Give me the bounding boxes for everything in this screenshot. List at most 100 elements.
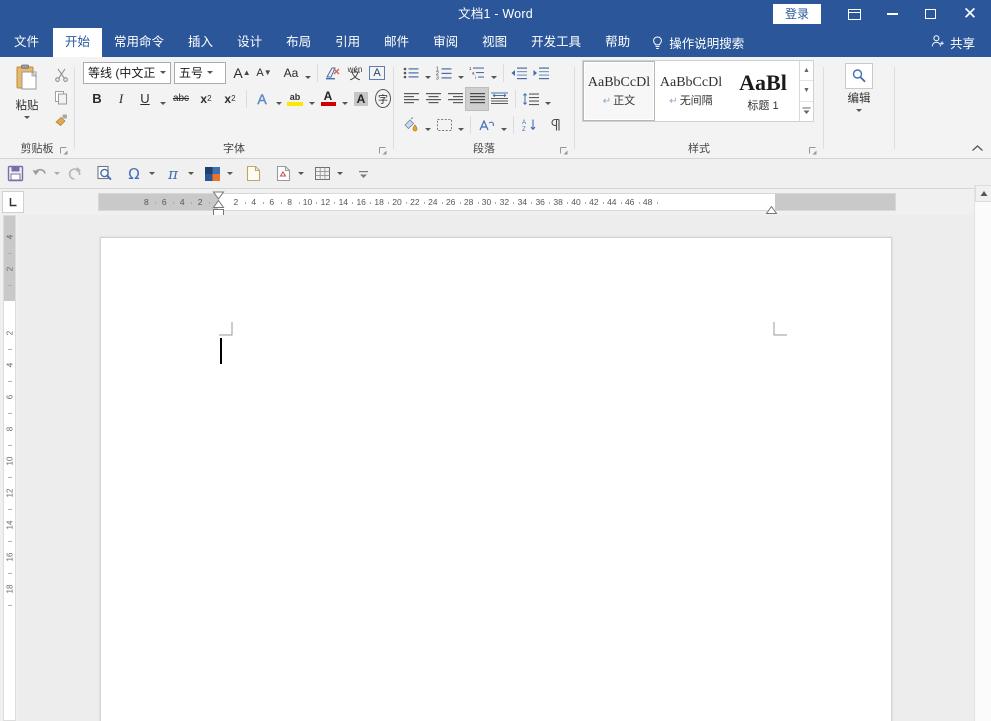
paste-dropdown-caret[interactable] bbox=[24, 116, 30, 119]
paste-button[interactable]: 粘贴 bbox=[5, 62, 49, 119]
print-preview-icon[interactable] bbox=[92, 162, 116, 186]
font-color-caret[interactable] bbox=[339, 88, 350, 110]
change-case-button[interactable]: Aa bbox=[280, 62, 302, 84]
tab-help[interactable]: 帮助 bbox=[593, 28, 642, 57]
tab-layout[interactable]: 布局 bbox=[274, 28, 323, 57]
underline-button[interactable]: U bbox=[133, 88, 157, 110]
shading-caret[interactable] bbox=[422, 114, 433, 136]
asian-layout-button[interactable] bbox=[475, 114, 498, 136]
redo-icon[interactable] bbox=[62, 162, 86, 186]
vertical-scrollbar[interactable] bbox=[974, 185, 991, 721]
tab-design[interactable]: 设计 bbox=[225, 28, 274, 57]
share-button[interactable]: 共享 bbox=[921, 28, 991, 57]
tab-review[interactable]: 审阅 bbox=[421, 28, 470, 57]
bold-button[interactable]: B bbox=[85, 88, 109, 110]
more-icon[interactable] bbox=[351, 162, 375, 186]
paragraph-dialog-launcher[interactable] bbox=[559, 146, 570, 157]
editing-button[interactable]: 编辑 bbox=[836, 63, 882, 112]
maximize-button[interactable] bbox=[911, 0, 949, 28]
align-right-button[interactable] bbox=[444, 88, 466, 110]
borders-button[interactable] bbox=[433, 114, 455, 136]
equation-caret[interactable] bbox=[185, 162, 196, 186]
tab-developer[interactable]: 开发工具 bbox=[519, 28, 593, 57]
tab-home[interactable]: 开始 bbox=[53, 28, 103, 57]
tab-file[interactable]: 文件 bbox=[0, 28, 53, 57]
tab-references[interactable]: 引用 bbox=[323, 28, 372, 57]
omega-icon[interactable]: Ω bbox=[122, 162, 146, 186]
styles-more-button[interactable] bbox=[800, 102, 813, 121]
document-page[interactable] bbox=[100, 237, 892, 721]
styles-dialog-launcher[interactable] bbox=[808, 146, 819, 157]
save-icon[interactable] bbox=[3, 162, 27, 186]
asian-layout-caret[interactable] bbox=[498, 114, 509, 136]
page-setup-caret[interactable] bbox=[295, 162, 306, 186]
character-shading-button[interactable]: A bbox=[350, 88, 372, 110]
line-spacing-button[interactable] bbox=[520, 88, 542, 110]
grow-font-button[interactable]: A ▲ bbox=[231, 62, 253, 84]
decrease-indent-button[interactable] bbox=[508, 62, 530, 84]
superscript-button[interactable]: x2 bbox=[218, 88, 242, 110]
tab-view[interactable]: 视图 bbox=[470, 28, 519, 57]
bullets-caret[interactable] bbox=[422, 62, 433, 84]
increase-indent-button[interactable] bbox=[530, 62, 552, 84]
editing-dropdown-caret[interactable] bbox=[856, 109, 862, 112]
text-highlight-button[interactable]: ab bbox=[284, 88, 306, 110]
new-doc-icon[interactable] bbox=[241, 162, 265, 186]
tab-stop-selector[interactable] bbox=[2, 191, 24, 213]
style-item-normal[interactable]: AaBbCcDl ↵ 正文 bbox=[583, 61, 655, 121]
font-name-caret[interactable] bbox=[156, 63, 170, 83]
undo-icon[interactable] bbox=[27, 162, 51, 186]
shading-button[interactable] bbox=[400, 114, 422, 136]
tell-me-search[interactable]: 操作说明搜索 bbox=[642, 28, 754, 57]
styles-scroll-up-button[interactable]: ▲ bbox=[800, 61, 813, 82]
italic-button[interactable]: I bbox=[109, 88, 133, 110]
line-spacing-caret[interactable] bbox=[542, 88, 553, 110]
copy-button[interactable] bbox=[50, 87, 72, 108]
sign-in-button[interactable]: 登录 bbox=[772, 4, 821, 24]
vertical-ruler[interactable]: 4 2 2 4 6 8 10 12 14 16 18 bbox=[0, 215, 18, 721]
sort-button[interactable]: AZ bbox=[518, 114, 540, 136]
font-color-button[interactable]: A bbox=[317, 88, 339, 110]
multilevel-list-button[interactable]: 1ai bbox=[466, 62, 488, 84]
font-size-combobox[interactable]: 五号 bbox=[174, 61, 226, 84]
color-square-icon[interactable] bbox=[200, 162, 224, 186]
undo-caret[interactable] bbox=[51, 162, 62, 186]
tab-mailings[interactable]: 邮件 bbox=[372, 28, 421, 57]
font-name-combobox[interactable]: 等线 (中文正文 bbox=[83, 61, 171, 84]
enclose-characters-button[interactable]: 字 bbox=[372, 88, 394, 110]
clear-formatting-button[interactable] bbox=[322, 62, 344, 84]
distribute-button[interactable] bbox=[488, 88, 511, 110]
tab-insert[interactable]: 插入 bbox=[176, 28, 225, 57]
collapse-ribbon-button[interactable] bbox=[969, 141, 985, 155]
close-button[interactable]: ✕ bbox=[949, 0, 991, 28]
cut-button[interactable] bbox=[50, 64, 72, 85]
table-icon[interactable] bbox=[310, 162, 334, 186]
align-center-button[interactable] bbox=[422, 88, 444, 110]
page-icon[interactable] bbox=[271, 162, 295, 186]
font-dialog-launcher[interactable] bbox=[378, 146, 389, 157]
ribbon-display-options-icon[interactable] bbox=[835, 0, 873, 28]
format-painter-button[interactable] bbox=[50, 110, 72, 131]
table-caret[interactable] bbox=[334, 162, 345, 186]
underline-caret[interactable] bbox=[157, 88, 168, 110]
scroll-up-button[interactable] bbox=[975, 185, 991, 202]
change-case-caret[interactable] bbox=[302, 62, 313, 84]
style-item-heading-1[interactable]: AaBl 标题 1 bbox=[727, 61, 799, 121]
subscript-button[interactable]: x2 bbox=[194, 88, 218, 110]
bullets-button[interactable] bbox=[400, 62, 422, 84]
pi-icon[interactable]: π bbox=[161, 162, 185, 186]
phonetic-guide-button[interactable]: wén 文 bbox=[344, 62, 366, 84]
minimize-button[interactable] bbox=[873, 0, 911, 28]
style-item-no-spacing[interactable]: AaBbCcDl ↵ 无间隔 bbox=[655, 61, 727, 121]
shrink-font-button[interactable]: A ▼ bbox=[253, 62, 275, 84]
tab-common-commands[interactable]: 常用命令 bbox=[102, 28, 176, 57]
multilevel-list-caret[interactable] bbox=[488, 62, 499, 84]
show-formatting-marks-button[interactable] bbox=[544, 114, 566, 136]
symbol-caret[interactable] bbox=[146, 162, 157, 186]
align-left-button[interactable] bbox=[400, 88, 422, 110]
character-border-button[interactable]: A bbox=[366, 62, 388, 84]
styles-scroll-down-button[interactable]: ▼ bbox=[800, 81, 813, 102]
justify-button[interactable] bbox=[465, 86, 489, 111]
highlight-caret[interactable] bbox=[306, 88, 317, 110]
borders-caret[interactable] bbox=[455, 114, 466, 136]
